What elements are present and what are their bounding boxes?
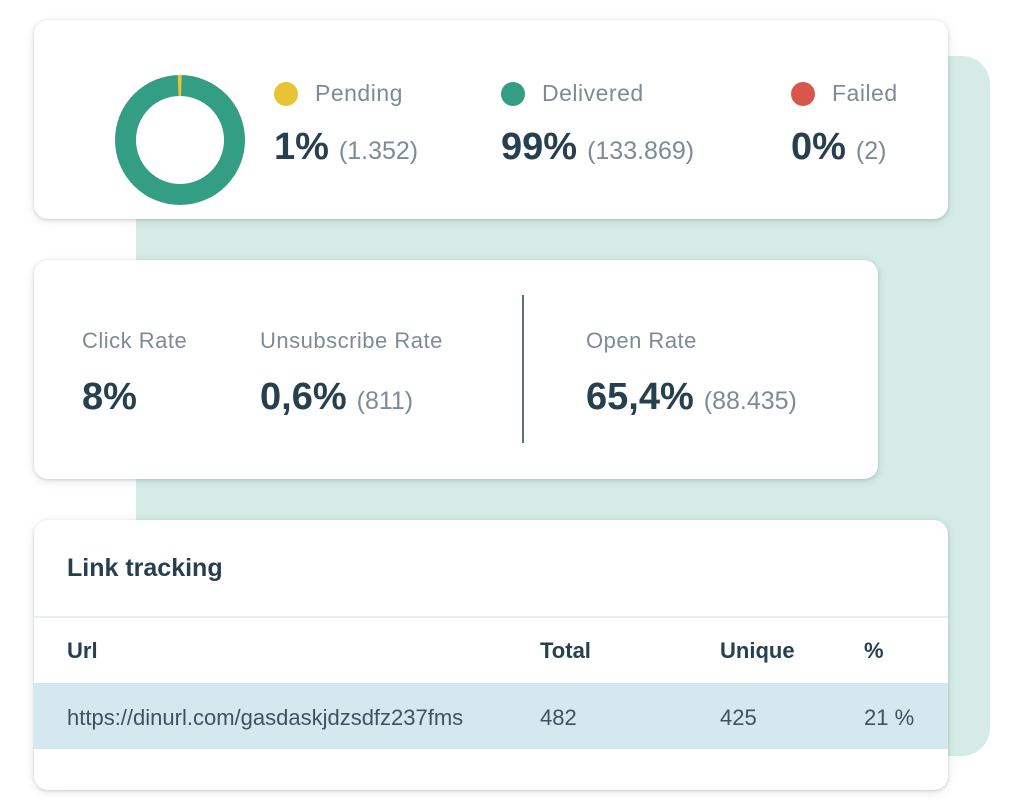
- pending-status-dot-icon: [274, 81, 298, 106]
- unsubscribe-rate-value: 0,6%: [260, 376, 347, 418]
- column-header-url[interactable]: Url: [67, 638, 98, 664]
- link-tracking-card: Link tracking Url Total Unique % https:/…: [34, 520, 948, 790]
- column-header-total[interactable]: Total: [540, 638, 591, 664]
- delivery-status-card: Pending 1% (1.352) Delivered 99% (133.869)…: [34, 20, 948, 219]
- failed-status-dot-icon: [791, 81, 815, 106]
- row-url-link[interactable]: https://dinurl.com/gasdaskjdzsdfz237fms: [67, 705, 463, 731]
- column-header-unique[interactable]: Unique: [720, 638, 795, 664]
- stat-failed-count: (2): [855, 137, 887, 165]
- stat-delivered-label: Delivered: [542, 80, 644, 106]
- open-rate-label: Open Rate: [586, 328, 697, 353]
- column-header-percent[interactable]: %: [864, 638, 884, 664]
- rates-divider: [522, 295, 524, 443]
- engagement-rates-card: Click Rate 8% Unsubscribe Rate 0,6% (811)…: [34, 260, 878, 479]
- unsubscribe-rate-label: Unsubscribe Rate: [260, 328, 443, 353]
- open-rate-count: (88.435): [703, 387, 797, 415]
- stat-pending-percent: 1%: [274, 126, 329, 168]
- unsubscribe-rate-count: (811): [356, 387, 414, 415]
- row-total: 482: [540, 705, 577, 730]
- stat-pending-label: Pending: [315, 80, 403, 106]
- delivered-status-dot-icon: [501, 81, 525, 106]
- row-unique: 425: [720, 705, 757, 730]
- row-percent: 21 %: [864, 705, 915, 730]
- open-rate-value: 65,4%: [586, 376, 694, 418]
- table-row[interactable]: https://dinurl.com/gasdaskjdzsdfz237fms …: [34, 683, 948, 749]
- stat-delivered-count: (133.869): [587, 137, 695, 165]
- stat-delivered-percent: 99%: [501, 126, 578, 168]
- link-tracking-title: Link tracking: [67, 554, 223, 582]
- donut-delivered-segment: [115, 75, 245, 205]
- click-rate-value: 8%: [82, 376, 137, 418]
- stat-pending-count: (1.352): [338, 137, 419, 165]
- campaign-stats-panel: Pending 1% (1.352) Delivered 99% (133.869)…: [0, 0, 1024, 811]
- delivery-donut-chart: [115, 75, 245, 205]
- stat-failed-label: Failed: [832, 80, 898, 106]
- click-rate-label: Click Rate: [82, 328, 188, 353]
- stat-failed-percent: 0%: [791, 126, 846, 168]
- link-tracking-divider: [34, 616, 948, 618]
